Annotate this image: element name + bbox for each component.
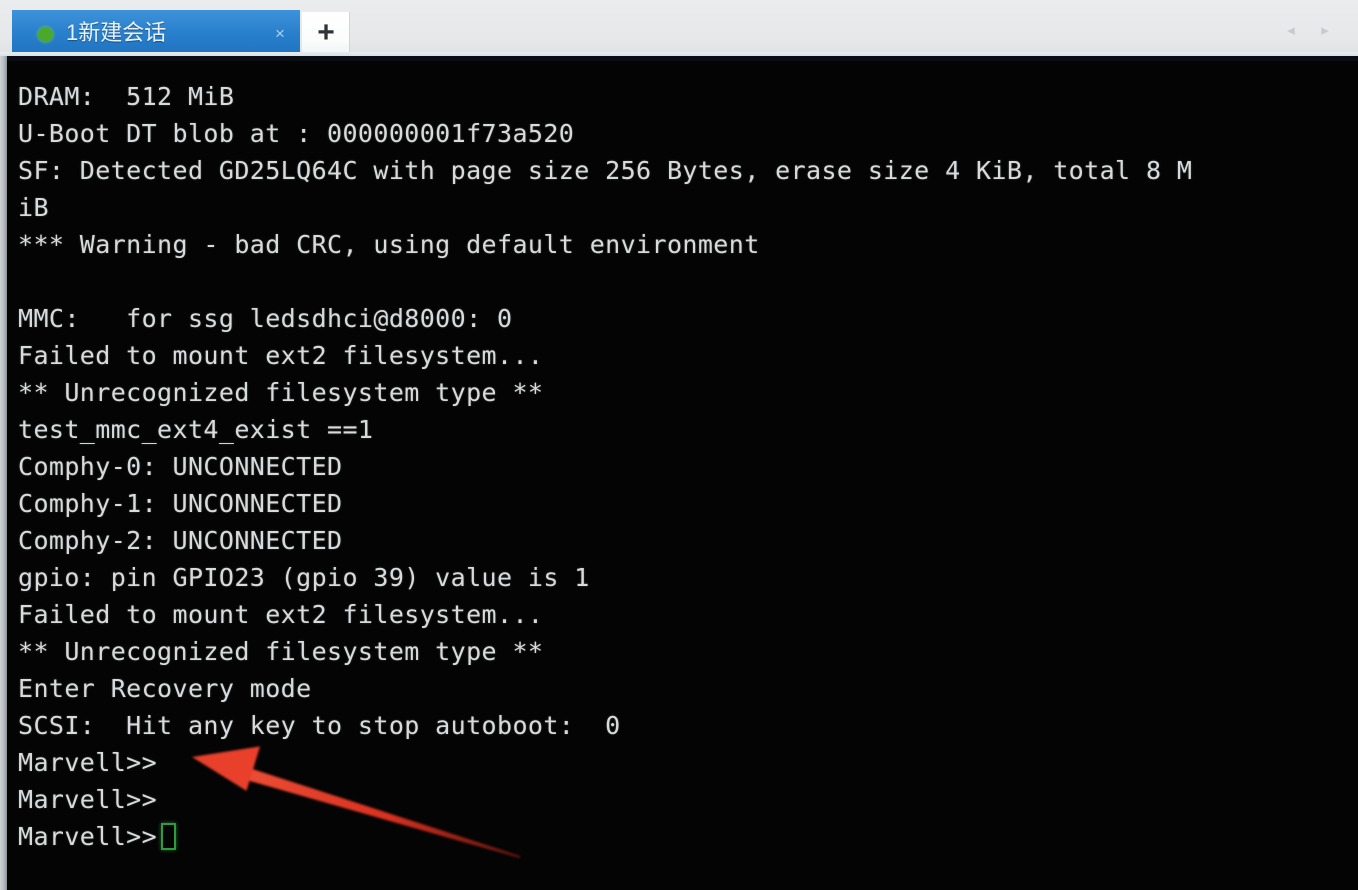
plus-icon: + [317, 16, 335, 49]
tab-scroll-right-icon[interactable]: ▸ [1316, 20, 1334, 42]
terminal-line: Comphy-2: UNCONNECTED [18, 526, 343, 555]
terminal-line: U-Boot DT blob at : 000000001f73a520 [18, 119, 575, 148]
new-tab-button[interactable]: + [302, 12, 350, 56]
terminal-line: Comphy-0: UNCONNECTED [18, 452, 343, 481]
terminal-line: gpio: pin GPIO23 (gpio 39) value is 1 [18, 563, 590, 592]
terminal-line: DRAM: 512 MiB [18, 82, 235, 111]
terminal-left-border [0, 56, 7, 890]
terminal-line: *** Warning - bad CRC, using default env… [18, 230, 760, 259]
terminal-line: Failed to mount ext2 filesystem... [18, 341, 544, 370]
terminal-line: test_mmc_ext4_exist ==1 [18, 415, 374, 444]
terminal-line: Marvell>> [18, 748, 158, 777]
terminal-line: SCSI: Hit any key to stop autoboot: 0 [18, 711, 621, 740]
terminal-panel[interactable]: DRAM: 512 MiB U-Boot DT blob at : 0000000… [0, 56, 1358, 890]
terminal-output: DRAM: 512 MiB U-Boot DT blob at : 0000000… [18, 78, 1358, 855]
terminal-cursor [161, 823, 177, 850]
terminal-line: ** Unrecognized filesystem type ** [18, 637, 544, 666]
tab-scroll-left-icon[interactable]: ◂ [1282, 20, 1300, 42]
terminal-line: MMC: for ssg ledsdhci@d8000: 0 [18, 304, 513, 333]
terminal-line: Comphy-1: UNCONNECTED [18, 489, 343, 518]
tab-session-1[interactable]: 1新建会话 × [12, 10, 300, 56]
terminal-line: Enter Recovery mode [18, 674, 312, 703]
tab-bar: 1新建会话 × + ◂ ▸ [0, 0, 1358, 56]
terminal-line: ** Unrecognized filesystem type ** [18, 378, 544, 407]
terminal-screen[interactable]: DRAM: 512 MiB U-Boot DT blob at : 0000000… [7, 61, 1358, 890]
session-status-dot-icon [38, 27, 53, 42]
terminal-app-window: 1新建会话 × + ◂ ▸ DRAM: 512 MiB U-Boot DT blo… [0, 0, 1358, 890]
tab-label: 1新建会话 [66, 20, 167, 45]
terminal-line: iB [18, 193, 49, 222]
terminal-line: Marvell>> [18, 818, 1358, 855]
terminal-line: Marvell>> [18, 785, 158, 814]
terminal-line: SF: Detected GD25LQ64C with page size 25… [18, 156, 1193, 185]
close-icon[interactable]: × [270, 24, 290, 44]
terminal-line: Failed to mount ext2 filesystem... [18, 600, 544, 629]
